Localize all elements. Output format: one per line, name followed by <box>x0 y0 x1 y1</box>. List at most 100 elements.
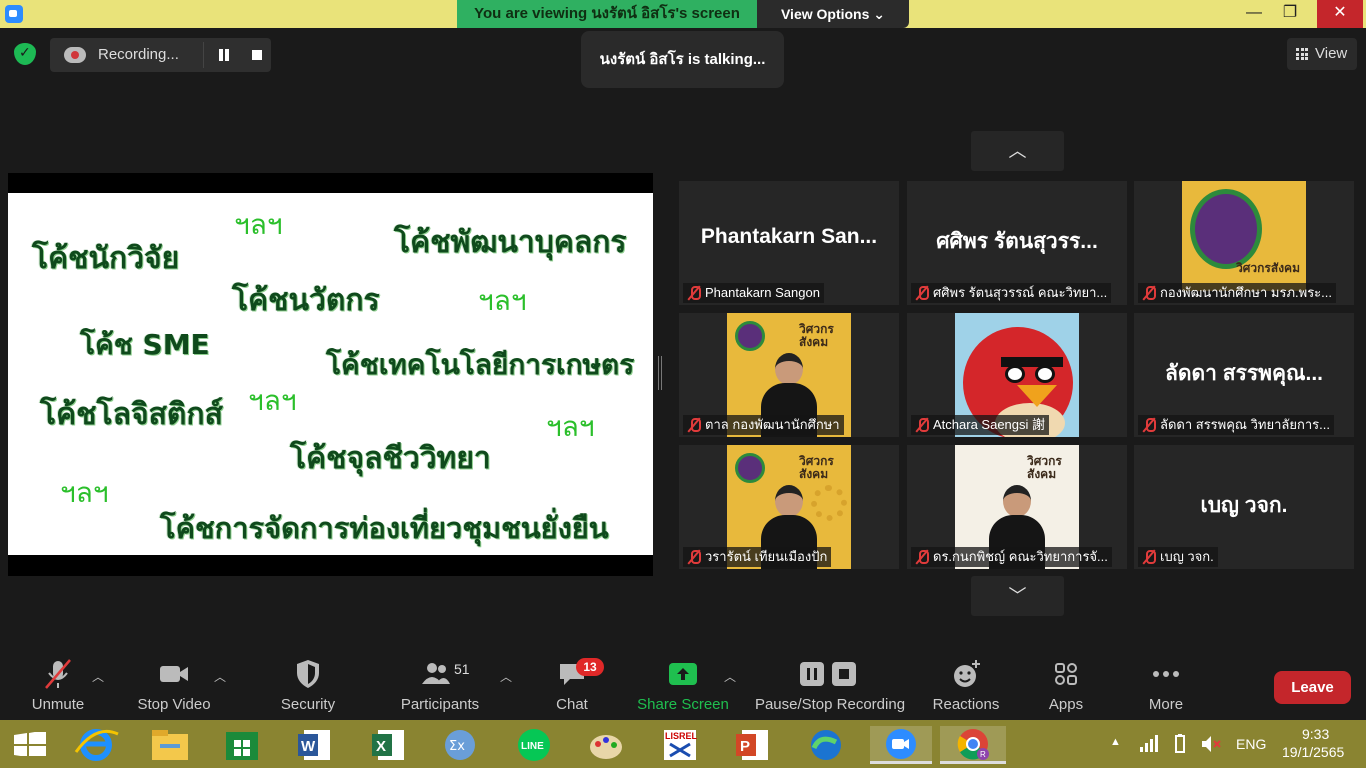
pause-stop-icon <box>800 662 856 686</box>
close-button[interactable]: ✕ <box>1317 0 1363 28</box>
slide-word: โค้ชโลจิสติกส์ <box>40 397 223 432</box>
participant-name-label: ดร.กนกพิชญ์ คณะวิทยาการจั... <box>911 547 1112 567</box>
svg-text:Σx: Σx <box>449 739 465 754</box>
edge-browser-icon[interactable] <box>802 726 850 764</box>
excel-icon[interactable]: X <box>364 726 412 764</box>
share-options-caret[interactable]: ︿ <box>724 668 736 685</box>
more-dots-icon <box>1153 671 1179 677</box>
participant-tile[interactable]: Phantakarn San... Phantakarn Sangon <box>679 181 899 305</box>
math-input-icon[interactable]: Σx <box>436 726 484 764</box>
unmute-button[interactable]: Unmute <box>22 658 94 713</box>
university-seal-icon <box>1190 189 1262 269</box>
muted-mic-icon <box>1143 286 1156 300</box>
paint-icon[interactable] <box>582 726 630 764</box>
participant-tile[interactable]: ศศิพร รัตนสุวรร... ศศิพร รัตนสุวรรณ์ คณะ… <box>907 181 1127 305</box>
show-hidden-icons[interactable]: ▲ <box>1110 736 1121 748</box>
participants-options-caret[interactable]: ︿ <box>500 668 512 685</box>
battery-icon[interactable] <box>1170 734 1190 754</box>
slide-word: โค้ชนักวิจัย <box>32 241 180 276</box>
microsoft-store-icon[interactable] <box>218 726 266 764</box>
network-signal-icon[interactable] <box>1138 734 1158 754</box>
leave-button[interactable]: Leave <box>1274 671 1351 704</box>
slide-lala: ฯลฯ <box>234 208 283 241</box>
powerpoint-icon[interactable]: P <box>728 726 776 764</box>
screen-share-banner: You are viewing นงรัตน์ อิสโร's screen V… <box>0 0 1366 28</box>
gallery-prev-button[interactable]: ︿ <box>971 131 1064 171</box>
university-logo-image: วิศวกรสังคม <box>1182 181 1306 291</box>
participant-name-label: ตาล กองพัฒนานักศึกษา <box>683 415 844 435</box>
svg-text:R: R <box>980 750 986 759</box>
more-button[interactable]: More <box>1138 658 1194 713</box>
pause-recording-icon[interactable] <box>218 49 230 61</box>
video-options-caret[interactable]: ︿ <box>214 668 226 685</box>
participant-name-label: เบญ วจก. <box>1138 547 1218 567</box>
security-button[interactable]: Security <box>276 658 340 713</box>
recording-divider <box>203 42 204 68</box>
pause-stop-recording-button[interactable]: Pause/Stop Recording <box>752 658 908 713</box>
slide-lala: ฯลฯ <box>546 410 595 443</box>
logo-text: วิศวกรสังคม <box>799 322 834 349</box>
shared-slide: โค้ชนักวิจัย โค้ชพัฒนาบุคลกร โค้ชนวัตกร … <box>8 193 653 555</box>
restore-button[interactable]: ❐ <box>1270 0 1310 28</box>
muted-mic-icon <box>916 286 929 300</box>
participant-tile[interactable]: เบญ วจก. เบญ วจก. <box>1134 445 1354 569</box>
participants-button[interactable]: 51 Participants <box>396 658 484 713</box>
word-icon[interactable]: W <box>290 726 338 764</box>
view-label: View <box>1315 45 1348 62</box>
active-speaker-toast: นงรัตน์ อิสโร is talking... <box>581 31 784 88</box>
svg-text:W: W <box>301 738 316 755</box>
clock-date[interactable]: 19/1/2565 <box>1282 744 1344 760</box>
muted-mic-icon <box>1143 550 1156 564</box>
internet-explorer-icon[interactable] <box>72 726 120 764</box>
share-screen-button[interactable]: Share Screen <box>636 658 730 713</box>
split-divider-handle[interactable] <box>658 356 662 390</box>
windows-taskbar: W X Σx LINE LISREL P R ▲ ENG 9:33 19/1/2… <box>0 720 1366 768</box>
muted-mic-icon <box>916 418 929 432</box>
slide-lala: ฯลฯ <box>60 476 109 509</box>
encryption-shield-icon[interactable] <box>14 43 36 65</box>
view-layout-button[interactable]: View <box>1287 38 1357 70</box>
line-app-icon[interactable]: LINE <box>510 726 558 764</box>
muted-mic-icon <box>688 418 701 432</box>
view-options-button[interactable]: View Options ⌄ <box>757 0 909 28</box>
muted-mic-icon <box>688 286 701 300</box>
chrome-icon[interactable]: R <box>940 726 1006 764</box>
speaker-muted-icon[interactable] <box>1200 734 1222 754</box>
zoom-taskbar-icon[interactable] <box>870 726 932 764</box>
participant-tile[interactable]: วิศวกรสังคม วรารัตน์ เทียนเมืองปัก <box>679 445 899 569</box>
muted-mic-icon <box>1143 418 1156 432</box>
participant-tile[interactable]: Atchara Saengsi 謝 <box>907 313 1127 437</box>
participant-display-name: เบญ วจก. <box>1200 494 1288 517</box>
windows-start-icon[interactable] <box>14 732 46 756</box>
muted-mic-icon <box>916 550 929 564</box>
file-explorer-icon[interactable] <box>146 726 194 764</box>
participant-tile[interactable]: วิศวกรสังคม ดร.กนกพิชญ์ คณะวิทยาการจั... <box>907 445 1127 569</box>
recording-indicator: Recording... <box>50 38 271 72</box>
security-shield-icon <box>297 660 319 688</box>
clock-time[interactable]: 9:33 <box>1302 726 1329 742</box>
slide-word: โค้ช SME <box>80 328 210 361</box>
participant-name-label: วรารัตน์ เทียนเมืองปัก <box>683 547 832 567</box>
lisrel-icon[interactable]: LISREL <box>656 726 704 764</box>
stop-video-button[interactable]: Stop Video <box>132 658 216 713</box>
svg-text:LINE: LINE <box>521 741 544 752</box>
reactions-button[interactable]: Reactions <box>930 658 1002 713</box>
slide-word: โค้ชเทคโนโลยีการเกษตร <box>326 348 635 381</box>
apps-button[interactable]: Apps <box>1040 658 1092 713</box>
svg-text:P: P <box>740 738 750 755</box>
muted-mic-icon <box>688 550 701 564</box>
slide-word: โค้ชจุลชีววิทยา <box>290 441 491 476</box>
shared-screen[interactable]: โค้ชนักวิจัย โค้ชพัฒนาบุคลกร โค้ชนวัตกร … <box>8 173 653 576</box>
stop-recording-icon[interactable] <box>252 50 262 60</box>
participant-tile[interactable]: วิศวกรสังคม ตาล กองพัฒนานักศึกษา <box>679 313 899 437</box>
participant-tile[interactable]: ลัดดา สรรพคุณ... ลัดดา สรรพคุณ วิทยาลัยก… <box>1134 313 1354 437</box>
slide-word: โค้ชการจัดการท่องเที่ยวชุมชนยั่งยืน <box>160 511 609 545</box>
viewing-banner: You are viewing นงรัตน์ อิสโร's screen <box>457 0 757 28</box>
logo-text: วิศวกรสังคม <box>1236 261 1300 275</box>
audio-options-caret[interactable]: ︿ <box>92 668 104 685</box>
minimize-button[interactable]: — <box>1234 0 1274 28</box>
participant-tile[interactable]: วิศวกรสังคม กองพัฒนานักศึกษา มรภ.พระ... <box>1134 181 1354 305</box>
participants-icon: 51 <box>422 661 470 684</box>
gallery-next-button[interactable]: ﹀ <box>971 576 1064 616</box>
input-language[interactable]: ENG <box>1236 736 1266 752</box>
